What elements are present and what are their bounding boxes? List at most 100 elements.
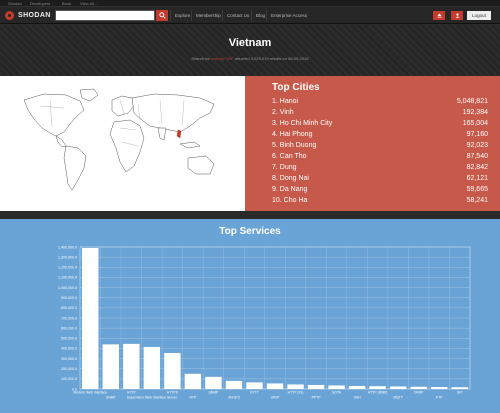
user-icon	[455, 13, 459, 18]
upload-icon	[437, 13, 441, 18]
x-tick-label: HTTP	[127, 391, 137, 395]
city-name: 3. Ho Chi Minh City	[272, 120, 333, 127]
city-name: 10. Cho Ha	[272, 197, 308, 204]
x-tick-label: SOTA	[332, 391, 342, 395]
search-query-link[interactable]: country:"VN"	[211, 56, 234, 61]
x-tick-label: UPnP	[271, 396, 281, 400]
y-tick-label: 1,200,000.0	[58, 266, 77, 270]
city-row[interactable]: 5. Binh Duong 92,023	[272, 140, 488, 151]
city-count: 82,842	[466, 164, 488, 171]
bar[interactable]	[266, 383, 284, 389]
bar[interactable]	[82, 248, 99, 389]
x-tick-label: DNSP	[414, 391, 424, 395]
bar[interactable]	[369, 386, 386, 389]
y-tick-label: 100,000.0	[61, 377, 77, 381]
world-map-panel	[0, 76, 245, 211]
city-row[interactable]: 10. Cho Ha 58,241	[272, 195, 488, 206]
city-count: 59,665	[466, 186, 488, 193]
bar[interactable]	[102, 344, 119, 389]
x-tick-label: HTTP (91)	[288, 391, 304, 395]
x-tick-label: SIP	[457, 391, 463, 395]
city-name: 1. Hanoi	[272, 98, 299, 105]
indonesia-shape	[179, 141, 201, 149]
city-name: 5. Binh Duong	[272, 142, 317, 149]
bar[interactable]	[184, 373, 202, 389]
page-header: Vietnam Search for country:"VN" returned…	[0, 25, 500, 75]
africa-shape	[109, 119, 145, 173]
nav-contact-us[interactable]: Contact Us	[222, 10, 253, 21]
x-tick-label: PPTP	[312, 396, 322, 400]
bar[interactable]	[348, 385, 366, 389]
city-count: 92,023	[466, 142, 488, 149]
city-row[interactable]: 1. Hanoi 5,048,821	[272, 96, 488, 107]
nav-membership[interactable]: Membership	[191, 10, 225, 21]
city-name: 4. Hai Phong	[272, 131, 313, 138]
y-tick-label: 800,000.0	[61, 306, 77, 310]
upload-button[interactable]	[433, 11, 445, 20]
y-tick-label: 300,000.0	[61, 357, 77, 361]
bar[interactable]	[225, 380, 243, 389]
city-row[interactable]: 8. Dong Nai 62,121	[272, 173, 488, 184]
bar[interactable]	[431, 386, 448, 389]
greenland-shape	[79, 88, 99, 102]
y-tick-label: 400,000.0	[61, 347, 77, 351]
city-row[interactable]: 3. Ho Chi Minh City 165,004	[272, 118, 488, 129]
logo-icon	[5, 11, 14, 20]
north-america-shape	[23, 93, 85, 137]
search-icon	[158, 12, 166, 19]
y-tick-label: 900,000.0	[61, 296, 77, 300]
results-summary: Search for country:"VN" returned 3,229,0…	[0, 56, 500, 61]
nav-enterprise-access[interactable]: Enterprise Access	[266, 10, 311, 21]
summary-prefix: Search for	[191, 56, 210, 61]
x-tick-label: GTTT	[250, 391, 259, 395]
account-button[interactable]	[451, 11, 463, 20]
australia-shape	[187, 155, 215, 175]
city-name: 6. Can Tho	[272, 153, 307, 160]
city-count: 62,121	[466, 175, 488, 182]
bar[interactable]	[287, 384, 304, 389]
bar[interactable]	[123, 343, 140, 389]
city-row[interactable]: 6. Can Tho 87,540	[272, 151, 488, 162]
topbar-link[interactable]: View All...	[80, 0, 97, 7]
search-button[interactable]	[156, 10, 168, 21]
bar[interactable]	[246, 382, 263, 389]
shodan-logo[interactable]: SHODAN	[5, 10, 51, 21]
brand-name: SHODAN	[18, 12, 51, 19]
city-name: 9. Da Nang	[272, 186, 308, 193]
y-tick-label: 1,400,000.0	[58, 245, 77, 249]
city-row[interactable]: 9. Da Nang 59,665	[272, 184, 488, 195]
city-row[interactable]: 7. Dung 82,842	[272, 162, 488, 173]
x-tick-label: AH-573	[228, 396, 240, 400]
asia-shape	[131, 93, 215, 133]
x-tick-label: SNMP	[106, 396, 117, 400]
bar[interactable]	[451, 387, 468, 389]
logout-button[interactable]: Logout	[467, 11, 491, 20]
bar[interactable]	[143, 346, 161, 389]
city-row[interactable]: 2. Vinh 192,384	[272, 107, 488, 118]
bar[interactable]	[307, 384, 325, 389]
main-navbar: SHODAN Explore Membership Contact Us Blo…	[0, 7, 500, 24]
bar[interactable]	[389, 386, 407, 389]
india-shape	[157, 127, 167, 141]
top-services-chart: 0.0100,000.0200,000.0300,000.0400,000.05…	[58, 245, 471, 400]
x-tick-label: Modern Web Interface	[74, 391, 108, 395]
bar[interactable]	[328, 385, 345, 389]
top-utility-bar: Shodan Developers Book View All...	[0, 0, 500, 7]
city-count: 58,241	[466, 197, 488, 204]
topbar-link[interactable]: Developers	[30, 0, 50, 7]
y-tick-label: 200,000.0	[61, 367, 77, 371]
x-tick-label: NTP	[189, 396, 197, 400]
bar[interactable]	[164, 352, 181, 389]
x-tick-label: MQTT	[393, 396, 403, 400]
y-tick-label: 1,100,000.0	[58, 276, 77, 280]
topbar-link[interactable]: Shodan	[8, 0, 22, 7]
search-input[interactable]	[55, 10, 155, 21]
city-name: 7. Dung	[272, 164, 297, 171]
city-row[interactable]: 4. Hai Phong 97,160	[272, 129, 488, 140]
bar[interactable]	[205, 376, 222, 389]
city-count: 87,540	[466, 153, 488, 160]
bar[interactable]	[410, 386, 427, 389]
topbar-link[interactable]: Book	[62, 0, 71, 7]
central-america-shape	[55, 135, 67, 148]
x-tick-label: SNMP	[209, 391, 220, 395]
